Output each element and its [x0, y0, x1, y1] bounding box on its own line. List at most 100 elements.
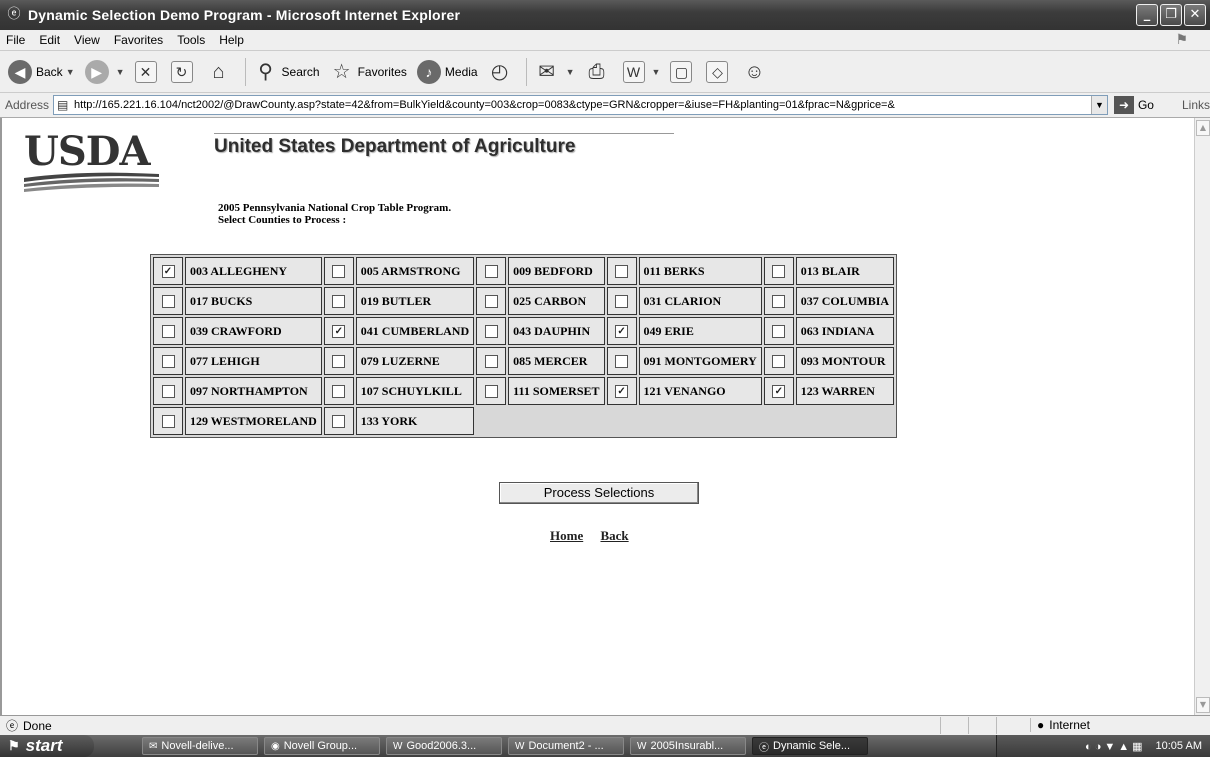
history-button[interactable]: ◴	[488, 60, 516, 84]
scroll-up-icon[interactable]: ▲	[1196, 120, 1210, 136]
county-label: 091 MONTGOMERY	[638, 347, 762, 375]
forward-button[interactable]: ▶ ▼	[84, 59, 125, 84]
chevron-down-icon: ▼	[565, 66, 575, 77]
county-checkbox[interactable]: ✓	[615, 385, 629, 399]
county-checkbox[interactable]	[161, 355, 175, 369]
search-button[interactable]: ⚲ Search	[254, 60, 320, 84]
menu-help[interactable]: Help	[219, 33, 244, 47]
close-button[interactable]: ✕	[1184, 4, 1206, 26]
home-link[interactable]: Home	[550, 528, 583, 543]
menu-favorites[interactable]: Favorites	[114, 33, 163, 47]
county-checkbox[interactable]	[332, 295, 346, 309]
taskbar: ⚑ start ✉ Novell-delive... ◉ Novell Group.…	[0, 735, 1210, 757]
county-checkbox[interactable]	[484, 385, 498, 399]
media-button[interactable]: ♪ Media	[416, 59, 478, 84]
word-icon: W	[515, 740, 525, 752]
county-checkbox-cell	[153, 347, 183, 375]
address-bar: Address ▤ http://165.221.16.104/nct2002/…	[0, 92, 1210, 118]
usda-logo-text: USDA	[24, 128, 151, 175]
county-label: 063 INDIANA	[795, 317, 895, 345]
edit-button[interactable]: W ▼	[622, 60, 660, 83]
county-checkbox-cell	[763, 317, 794, 345]
home-icon: ⌂	[212, 60, 225, 83]
chevron-down-icon[interactable]: ▼	[1090, 96, 1107, 114]
county-checkbox[interactable]	[332, 265, 346, 279]
process-selections-button[interactable]: Process Selections	[499, 482, 699, 504]
back-button[interactable]: ◀ Back ▼	[8, 59, 75, 84]
discuss-button[interactable]: ▢	[670, 60, 696, 83]
county-checkbox[interactable]	[772, 325, 786, 339]
messenger-button[interactable]: ☺	[742, 60, 770, 84]
search-label: Search	[281, 64, 320, 79]
menu-edit[interactable]: Edit	[39, 33, 60, 47]
county-checkbox[interactable]	[772, 295, 786, 309]
county-checkbox[interactable]	[772, 265, 786, 279]
vertical-scrollbar[interactable]: ▲ ▼	[1194, 118, 1210, 715]
county-checkbox-cell: ✓	[606, 377, 637, 405]
address-input[interactable]: ▤ http://165.221.16.104/nct2002/@DrawCou…	[53, 95, 1108, 115]
county-checkbox[interactable]: ✓	[161, 265, 175, 279]
county-checkbox-cell	[606, 287, 637, 315]
county-label: 025 CARBON	[508, 287, 605, 315]
county-checkbox[interactable]	[484, 295, 498, 309]
county-label: 019 BUTLER	[355, 287, 475, 315]
county-checkbox[interactable]: ✓	[615, 325, 629, 339]
county-checkbox[interactable]	[484, 355, 498, 369]
county-checkbox[interactable]	[484, 325, 498, 339]
back-link[interactable]: Back	[600, 528, 628, 543]
go-button[interactable]: ➜ Go	[1113, 96, 1154, 114]
taskbar-item[interactable]: W Document2 - ...	[508, 737, 624, 755]
menu-view[interactable]: View	[74, 33, 100, 47]
chevron-down-icon: ▼	[115, 66, 125, 77]
county-checkbox[interactable]	[772, 355, 786, 369]
refresh-button[interactable]: ↻	[170, 60, 197, 83]
start-button[interactable]: ⚑ start	[0, 735, 94, 757]
mail-button[interactable]: ✉ ▼	[535, 60, 575, 84]
menu-tools[interactable]: Tools	[177, 33, 205, 47]
refresh-icon: ↻	[170, 60, 193, 83]
tray-icons[interactable]: ◐◑▼▲▦	[1085, 740, 1145, 753]
county-checkbox[interactable]	[615, 295, 629, 309]
county-checkbox[interactable]	[332, 415, 346, 429]
status-done: ⓔ Done	[6, 717, 52, 734]
minimize-button[interactable]: _	[1136, 4, 1158, 26]
scroll-down-icon[interactable]: ▼	[1196, 697, 1210, 713]
county-label: 129 WESTMORELAND	[185, 407, 322, 435]
media-icon: ♪	[416, 59, 441, 84]
county-checkbox[interactable]	[615, 355, 629, 369]
usda-logo: USDA	[24, 132, 159, 192]
county-label: 079 LUZERNE	[355, 347, 475, 375]
print-button[interactable]: ⎙	[585, 60, 613, 84]
nav-links: Home Back	[550, 528, 643, 544]
county-checkbox[interactable]	[161, 385, 175, 399]
county-checkbox[interactable]	[332, 355, 346, 369]
page-done-icon: ⓔ	[6, 719, 19, 733]
county-checkbox[interactable]	[161, 295, 175, 309]
taskbar-item-active[interactable]: ⓔ Dynamic Sele...	[752, 737, 868, 755]
chevron-down-icon: ▼	[65, 66, 75, 77]
county-checkbox-cell	[323, 407, 354, 435]
home-button[interactable]: ⌂	[207, 60, 235, 84]
research-button[interactable]: ◇	[706, 60, 732, 83]
taskbar-item[interactable]: ◉ Novell Group...	[264, 737, 380, 755]
taskbar-item[interactable]: W 2005Insurabl...	[630, 737, 746, 755]
county-checkbox[interactable]	[615, 265, 629, 279]
county-checkbox[interactable]	[161, 325, 175, 339]
county-checkbox[interactable]: ✓	[332, 325, 346, 339]
county-label: 017 BUCKS	[185, 287, 322, 315]
menu-file[interactable]: File	[6, 33, 25, 47]
county-checkbox[interactable]	[484, 265, 498, 279]
county-row: 129 WESTMORELAND 133 YORK	[153, 407, 895, 435]
county-checkbox[interactable]	[161, 415, 175, 429]
taskbar-item[interactable]: W Good2006.3...	[386, 737, 502, 755]
county-checkbox[interactable]	[332, 385, 346, 399]
county-checkbox[interactable]: ✓	[772, 385, 786, 399]
taskbar-item[interactable]: ✉ Novell-delive...	[142, 737, 258, 755]
standard-toolbar: ◀ Back ▼ ▶ ▼ ✕ ↻ ⌂ ⚲ Search ☆ Favorites …	[0, 50, 1210, 92]
links-button[interactable]: Links	[1182, 98, 1210, 112]
restore-button[interactable]: ❐	[1160, 4, 1182, 26]
page-title: United States Department of Agriculture	[214, 136, 576, 157]
stop-button[interactable]: ✕	[134, 60, 161, 83]
empty-cell	[476, 407, 605, 435]
favorites-button[interactable]: ☆ Favorites	[330, 60, 407, 84]
